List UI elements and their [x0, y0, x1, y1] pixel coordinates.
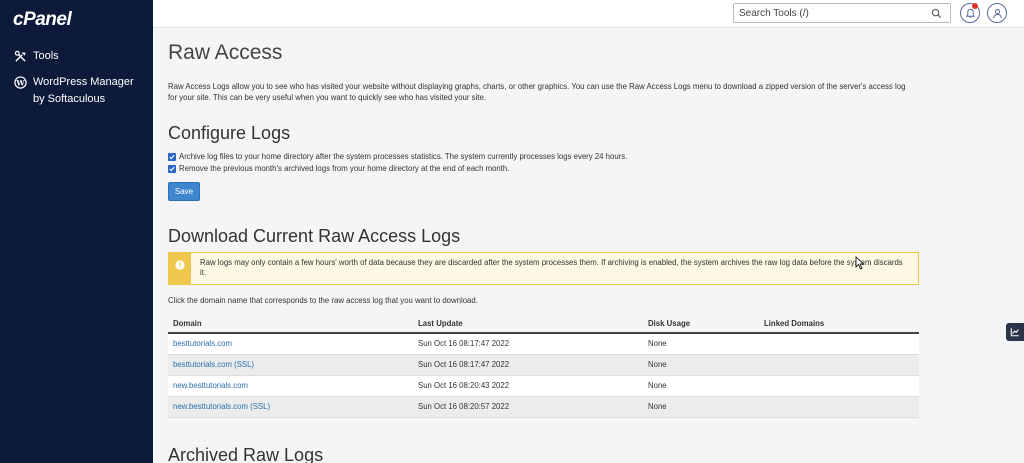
remove-archived-checkbox[interactable] — [168, 164, 176, 173]
warning-icon — [175, 260, 185, 270]
warning-text: Raw logs may only contain a few hours' w… — [200, 258, 903, 277]
chart-icon — [1010, 328, 1019, 337]
last-update-cell: Sun Oct 16 08:17:47 2022 — [413, 333, 643, 355]
user-menu-button[interactable] — [987, 3, 1007, 23]
domain-link[interactable]: besttutorials.com — [173, 339, 232, 348]
mouse-cursor-icon — [855, 256, 865, 270]
stats-side-tab[interactable] — [1006, 323, 1024, 341]
checkmark-icon — [169, 154, 175, 159]
archived-logs-title: Archived Raw Logs — [168, 445, 324, 463]
warning-icon-column — [169, 253, 191, 284]
table-row: besttutorials.com Sun Oct 16 08:17:47 20… — [168, 333, 919, 355]
linked-domains-cell — [759, 333, 919, 355]
archive-logs-option[interactable]: Archive log files to your home directory… — [168, 152, 627, 161]
archive-logs-label: Archive log files to your home directory… — [179, 152, 628, 161]
sidebar-item-label: WordPress Manager by Softaculous — [33, 76, 134, 105]
table-header-row: Domain Last Update Disk Usage Linked Dom… — [168, 314, 919, 334]
search-icon[interactable] — [931, 8, 942, 19]
sidebar-item-label: Tools — [33, 50, 59, 62]
svg-text:W: W — [15, 78, 25, 87]
last-update-cell: Sun Oct 16 08:20:43 2022 — [413, 375, 643, 397]
disk-usage-cell: None — [643, 396, 759, 418]
save-button[interactable]: Save — [168, 182, 200, 201]
table-row: besttutorials.com (SSL) Sun Oct 16 08:17… — [168, 354, 919, 376]
download-logs-title: Download Current Raw Access Logs — [168, 226, 461, 246]
wordpress-icon: W — [14, 76, 27, 89]
disk-usage-cell: None — [643, 333, 759, 355]
configure-logs-title: Configure Logs — [168, 123, 291, 143]
column-header-last-update: Last Update — [413, 314, 643, 334]
remove-archived-option[interactable]: Remove the previous month's archived log… — [168, 164, 509, 173]
user-icon — [992, 8, 1002, 18]
bell-icon — [965, 8, 975, 18]
topbar — [153, 0, 1024, 28]
search-tools-input[interactable] — [734, 7, 929, 19]
table-row: new.besttutorials.com Sun Oct 16 08:20:4… — [168, 375, 919, 397]
last-update-cell: Sun Oct 16 08:17:47 2022 — [413, 354, 643, 376]
sidebar-item-wordpress-manager[interactable]: W WordPress Manager by Softaculous — [14, 74, 144, 108]
page-intro: Raw Access Logs allow you to see who has… — [168, 82, 906, 102]
download-help-text: Click the domain name that corresponds t… — [168, 296, 478, 305]
disk-usage-cell: None — [643, 354, 759, 376]
domain-link[interactable]: new.besttutorials.com — [173, 381, 248, 390]
column-header-disk-usage: Disk Usage — [643, 314, 759, 334]
table-row: new.besttutorials.com (SSL) Sun Oct 16 0… — [168, 396, 919, 418]
raw-logs-table: Domain Last Update Disk Usage Linked Dom… — [168, 314, 919, 418]
notification-dot — [972, 3, 978, 9]
warning-alert: Raw logs may only contain a few hours' w… — [168, 252, 919, 285]
remove-archived-label: Remove the previous month's archived log… — [179, 164, 510, 173]
checkmark-icon — [169, 166, 175, 171]
main-content: Raw Access Raw Access Logs allow you to … — [153, 28, 1024, 463]
column-header-linked-domains: Linked Domains — [759, 314, 919, 334]
linked-domains-cell — [759, 396, 919, 418]
sidebar: cPanel Tools W WordPress Manager by Soft… — [0, 0, 153, 463]
cpanel-logo[interactable]: cPanel — [13, 9, 72, 31]
archive-logs-checkbox[interactable] — [168, 152, 176, 161]
last-update-cell: Sun Oct 16 08:20:57 2022 — [413, 396, 643, 418]
domain-link[interactable]: new.besttutorials.com (SSL) — [173, 402, 270, 411]
search-tools-box[interactable] — [733, 3, 951, 23]
tools-icon — [14, 50, 26, 62]
disk-usage-cell: None — [643, 375, 759, 397]
sidebar-item-tools[interactable]: Tools — [14, 48, 59, 65]
notifications-button[interactable] — [960, 3, 980, 23]
column-header-domain: Domain — [168, 314, 413, 334]
linked-domains-cell — [759, 375, 919, 397]
page-title: Raw Access — [168, 41, 283, 64]
domain-link[interactable]: besttutorials.com (SSL) — [173, 360, 254, 369]
linked-domains-cell — [759, 354, 919, 376]
